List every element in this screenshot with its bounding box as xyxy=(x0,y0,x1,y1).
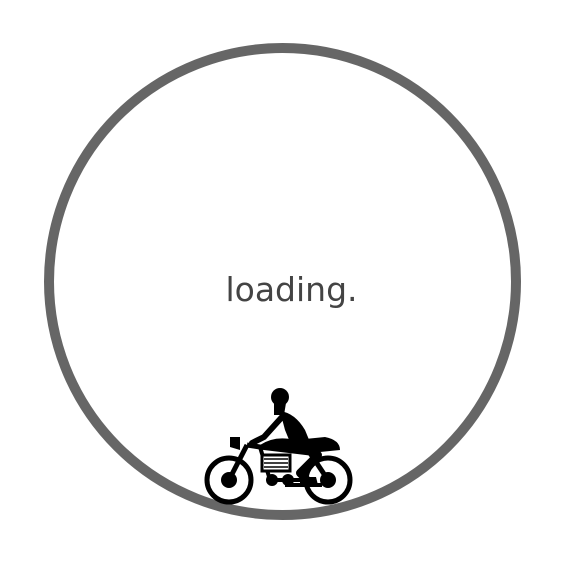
loading-label: loading. xyxy=(225,270,358,309)
loading-screen: loading. xyxy=(0,0,563,563)
motorcycle-rider-icon xyxy=(204,388,353,505)
